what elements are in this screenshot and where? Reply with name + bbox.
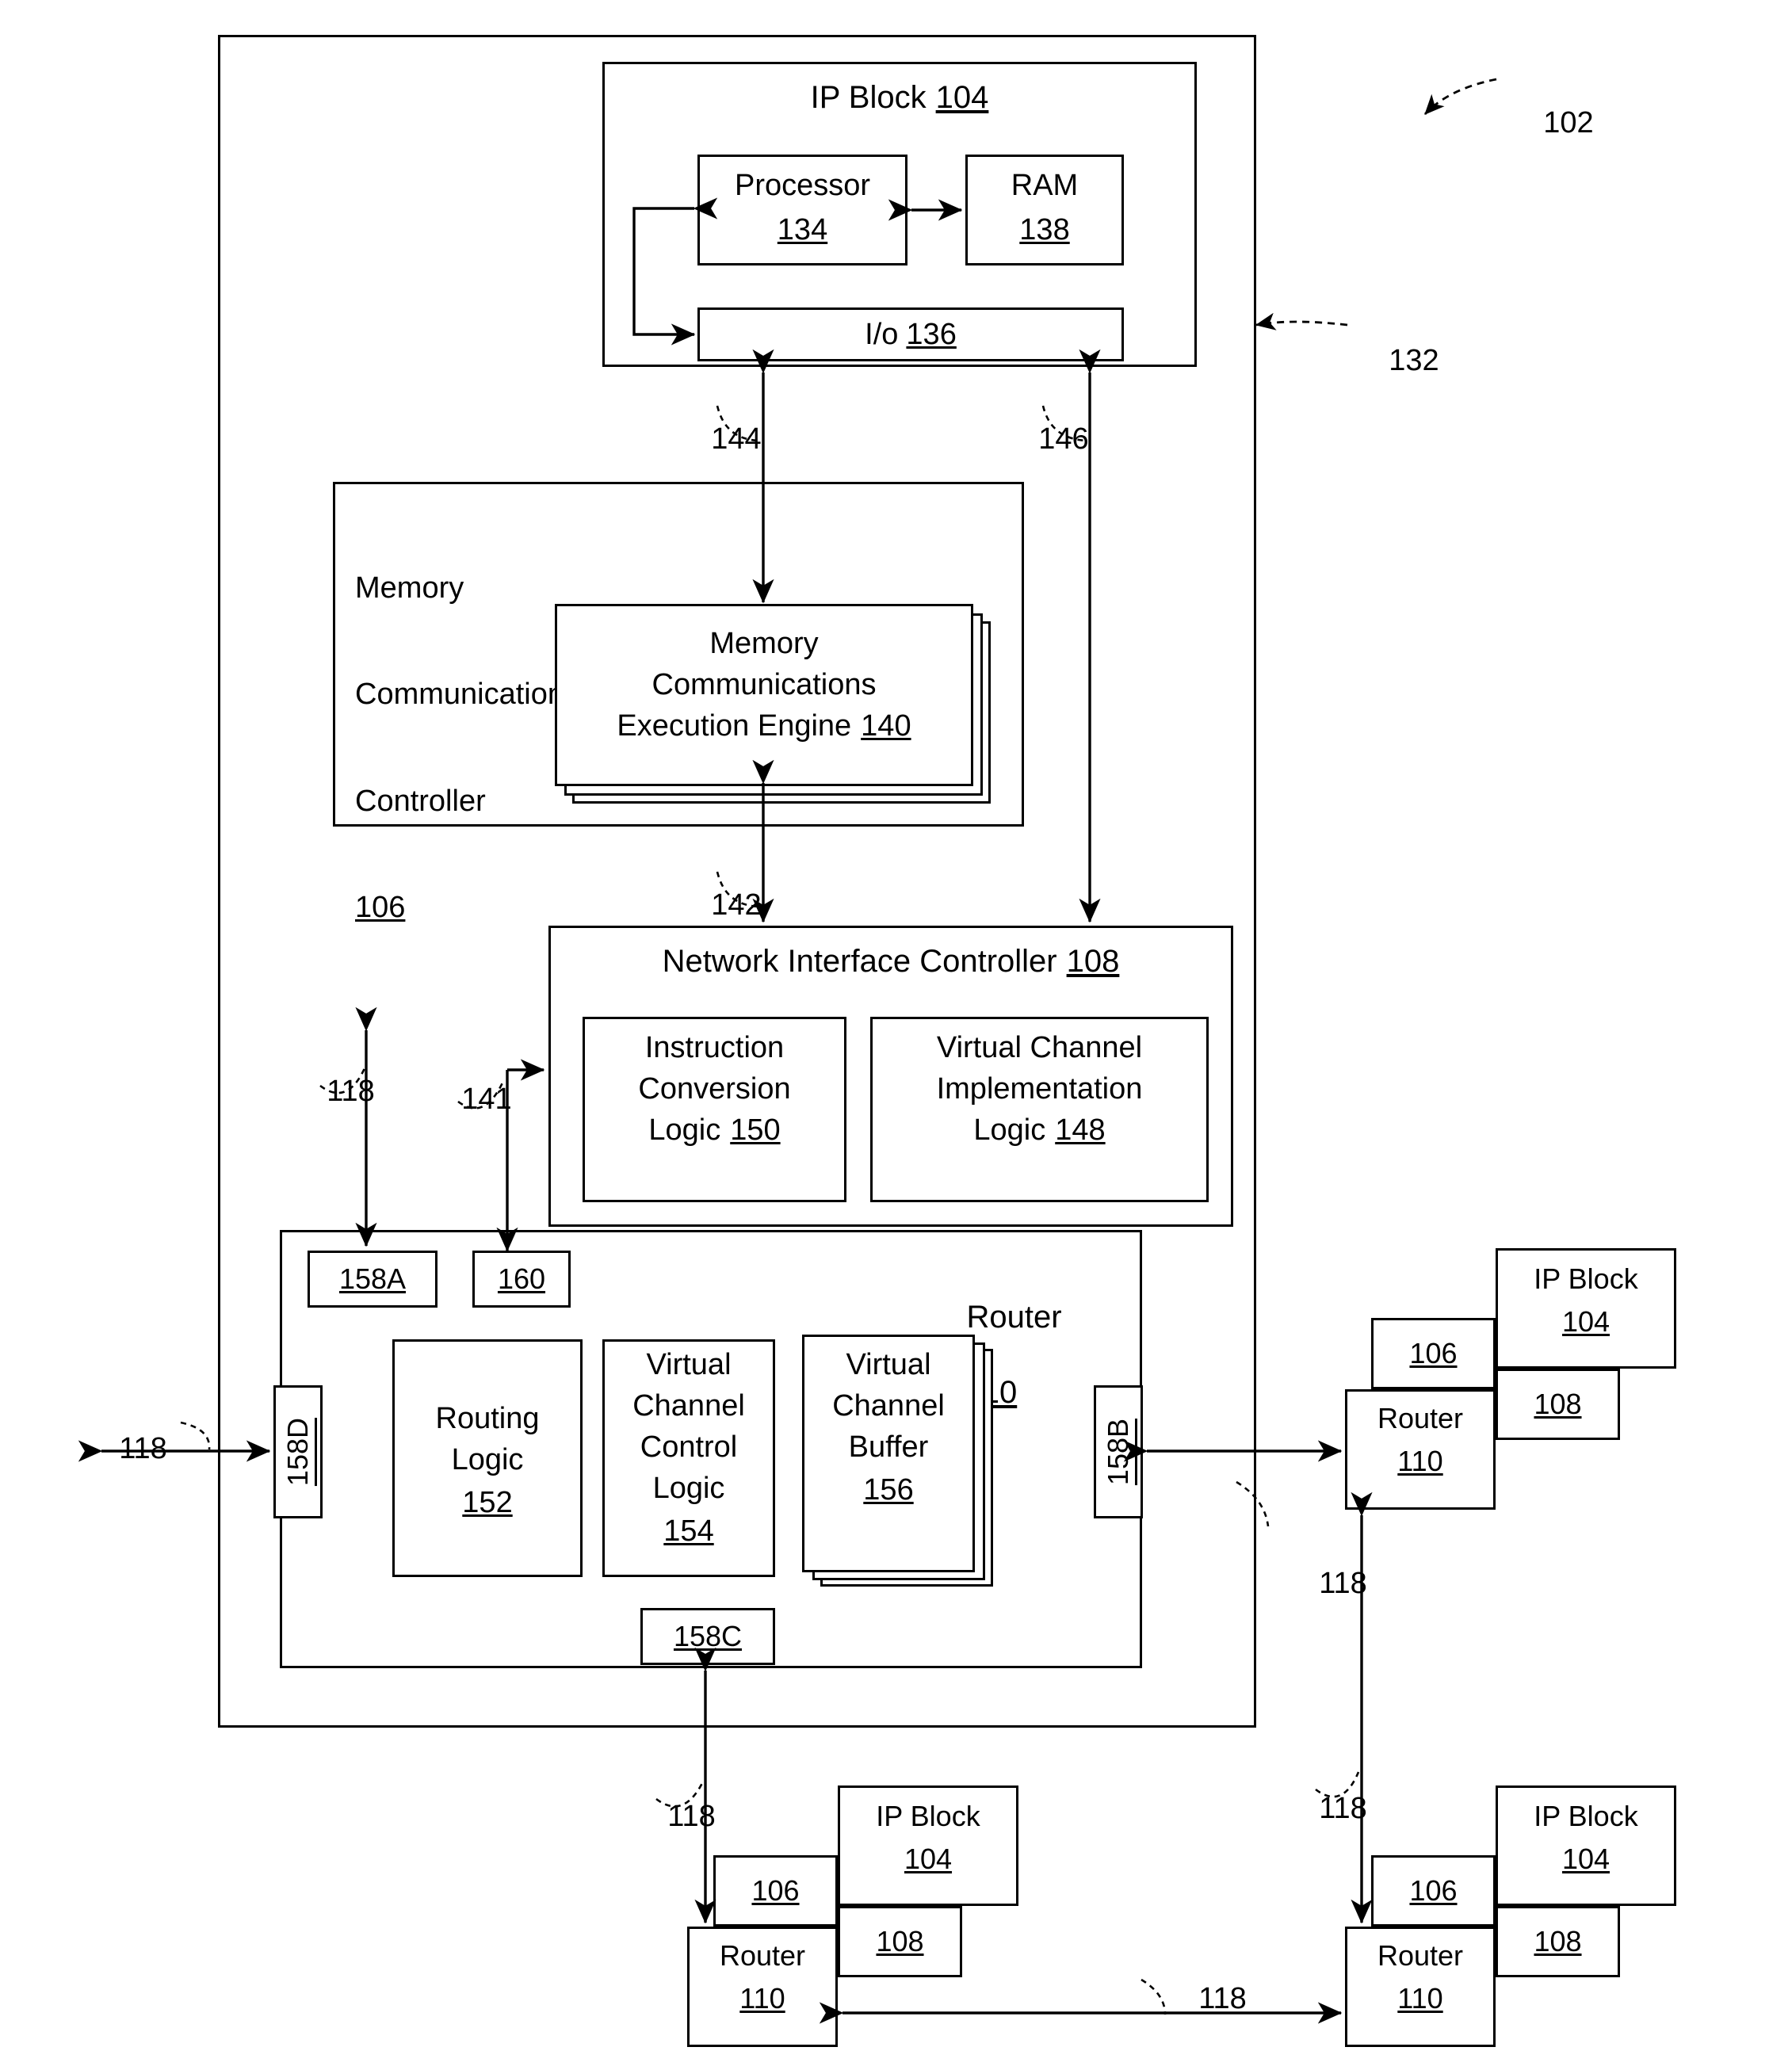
peripheral-bl-ip-block-name: IP Block [876,1799,980,1832]
mce-line-3: Execution Engine 140 [617,708,911,743]
ref-118-bottom-center-label: 118 [667,1799,716,1833]
icl-line-2: Conversion [638,1071,791,1106]
mcc-ref: 106 [355,891,406,925]
routing-logic-line-2: Logic [451,1442,524,1476]
ref-142-label: 142 [711,888,762,922]
router-port-158d-label: 158D [281,1417,314,1487]
ref-118-left-outer-label: 118 [119,1431,167,1465]
ref-146-label: 146 [1038,422,1089,456]
processor-ref: 134 [777,212,828,246]
vcb-line-2: Channel [832,1388,945,1423]
peripheral-bl-mcc-ref: 106 [751,1873,800,1907]
router-title-text: Router [966,1300,1062,1335]
mce-line-1: Memory [709,626,819,660]
vcb-ref: 156 [863,1472,914,1507]
nic-ref: 108 [1066,944,1120,980]
ram-name: RAM [1011,168,1079,202]
router-port-160-label: 160 [497,1262,546,1295]
ref-144-label: 144 [711,422,762,456]
vccl-line-4: Logic [652,1471,725,1505]
vccl-line-3: Control [640,1430,738,1464]
router-port-158a-label: 158A [338,1262,407,1295]
vcil-line-2: Implementation [936,1071,1143,1106]
io-label: I/o 136 [697,315,1124,353]
icl-ref: 150 [730,1113,781,1147]
figure-canvas: IP Block 104 Processor 134 RAM 138 I/o 1… [0,0,1792,2070]
peripheral-bl-router-name: Router [719,1938,806,1972]
mce-line-2: Communications [651,667,877,701]
routing-logic-ref: 152 [462,1485,513,1519]
peripheral-br-router-ref: 110 [1397,1981,1443,2015]
ref-132-label: 132 [1389,343,1439,377]
peripheral-right-nic-ref: 108 [1534,1387,1582,1420]
processor-name: Processor [734,168,871,202]
peripheral-br-router-name: Router [1377,1938,1464,1972]
vccl-line-1: Virtual [646,1347,732,1381]
ram-label: RAM [965,168,1124,203]
vcb-line-3: Buffer [848,1430,929,1464]
peripheral-right-mcc-ref: 106 [1409,1336,1458,1369]
ip-block-title: IP Block 104 [602,79,1197,117]
ref-118-right-mid-label: 118 [1319,1566,1367,1600]
peripheral-right-router-name: Router [1377,1401,1464,1434]
peripheral-br-ip-block-name: IP Block [1534,1799,1638,1832]
ram-ref: 138 [1019,212,1070,246]
peripheral-right-ip-block-ref: 104 [1561,1304,1611,1338]
icl-line-1: Instruction [644,1030,785,1064]
ref-118-left-inner-label: 118 [327,1074,375,1108]
vcb-line-1: Virtual [846,1347,931,1381]
icl-line-3: Logic 150 [648,1113,781,1147]
io-name: I/o [865,317,899,351]
peripheral-bl-router-ref: 110 [739,1981,785,2015]
router-title: Router 110 [931,1262,1137,1409]
peripheral-bl-ip-block-ref: 104 [904,1842,953,1875]
vcil-ref: 148 [1055,1113,1106,1147]
router-port-158b-label: 158B [1101,1418,1134,1486]
peripheral-right-ip-block-name: IP Block [1534,1262,1638,1295]
vccl-line-2: Channel [632,1388,745,1423]
io-ref: 136 [906,317,957,351]
vccl-ref: 154 [663,1514,714,1548]
peripheral-br-mcc-ref: 106 [1409,1873,1458,1907]
peripheral-br-ip-block-ref: 104 [1561,1842,1611,1875]
router-port-158c-label: 158C [673,1619,743,1652]
ref-102-label: 102 [1543,105,1594,139]
ip-block-title-ref: 104 [935,80,989,116]
peripheral-br-nic-ref: 108 [1534,1924,1582,1957]
mce-ref: 140 [861,708,911,743]
peripheral-right-router-ref: 110 [1397,1444,1443,1477]
vcil-line-1: Virtual Channel [936,1030,1143,1064]
mcc-title-line-1: Memory [355,571,464,605]
peripheral-bl-nic-ref: 108 [876,1924,924,1957]
ip-block-title-text: IP Block [810,80,927,116]
nic-title: Network Interface Controller 108 [548,943,1233,981]
ref-118-right-lower-label: 118 [1319,1791,1367,1825]
routing-logic-line-1: Routing [435,1401,540,1435]
vcil-line-3: Logic 148 [973,1113,1106,1147]
ref-118-bottom-between-label: 118 [1198,1981,1247,2015]
processor-label: Processor [697,168,907,203]
ref-141-label: 141 [461,1082,512,1116]
